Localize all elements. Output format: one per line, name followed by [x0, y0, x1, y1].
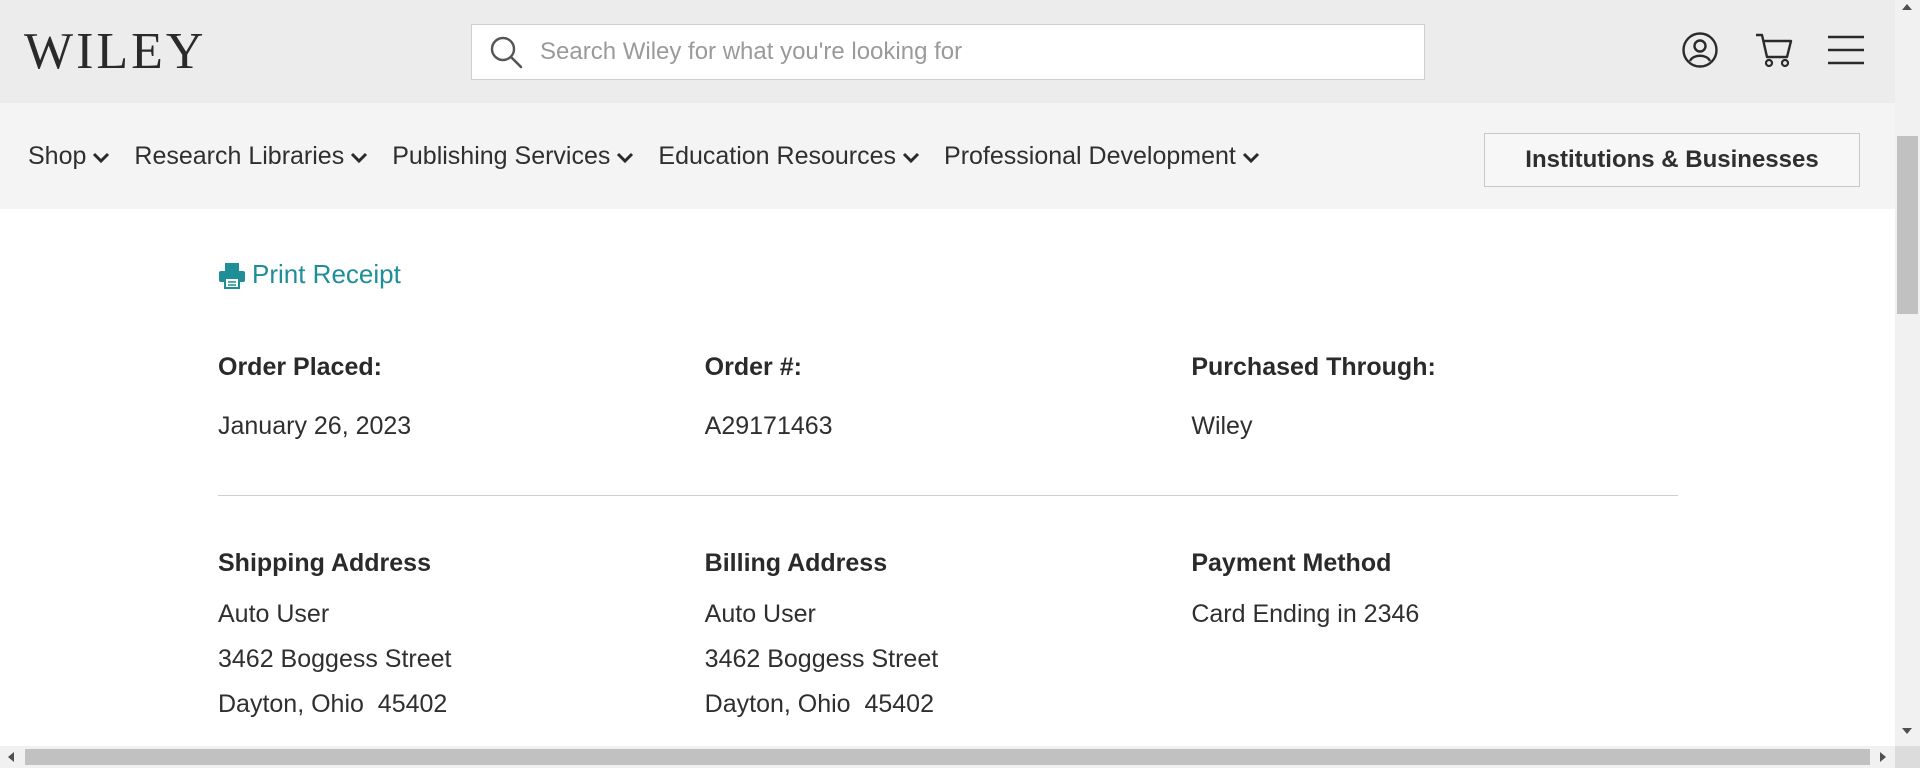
billing-name: Auto User [704, 600, 816, 628]
search-input[interactable] [540, 38, 1400, 66]
order-receipt: Print Receipt Order Placed: January 26, … [0, 209, 1895, 746]
nav-item-label: Professional Development [944, 141, 1236, 170]
nav-item-publishing-services[interactable]: Publishing Services [392, 142, 634, 171]
scroll-right-arrow-icon[interactable] [1878, 751, 1888, 763]
vertical-scroll-thumb[interactable] [1897, 136, 1918, 314]
chevron-down-icon [93, 152, 110, 164]
chevron-down-icon [617, 152, 634, 164]
scrollbar-corner [1895, 746, 1920, 768]
shipping-address-label: Shipping Address [218, 549, 431, 577]
scroll-up-arrow-icon[interactable] [1901, 2, 1913, 12]
shipping-name: Auto User [218, 600, 330, 628]
cart-icon[interactable] [1754, 30, 1794, 70]
print-receipt-link[interactable]: Print Receipt [218, 259, 401, 290]
printer-icon [219, 262, 245, 289]
order-number-value: A29171463 [704, 412, 833, 440]
billing-address-label: Billing Address [704, 549, 888, 577]
scroll-down-arrow-icon[interactable] [1901, 726, 1913, 736]
shipping-city: Dayton, Ohio 45402 [218, 690, 448, 718]
order-number: Order #: A29171463 [705, 353, 1192, 441]
order-placed-label: Order Placed: [218, 353, 382, 381]
nav-item-label: Research Libraries [134, 141, 345, 170]
section-divider [218, 495, 1678, 496]
purchased-through: Purchased Through: Wiley [1191, 353, 1678, 441]
address-row: Shipping Address Auto User 3462 Boggess … [218, 549, 1678, 727]
chevron-down-icon [351, 152, 368, 164]
scroll-left-arrow-icon[interactable] [6, 751, 16, 763]
print-receipt-label: Print Receipt [252, 259, 401, 289]
chevron-down-icon [1242, 152, 1259, 164]
horizontal-scroll-thumb[interactable] [25, 749, 1870, 765]
purchased-through-label: Purchased Through: [1191, 353, 1436, 381]
nav-list: Shop Research Libraries Publishing Servi… [28, 103, 1260, 209]
wiley-logo[interactable]: WILEY [24, 26, 206, 78]
billing-address: Billing Address Auto User 3462 Boggess S… [705, 549, 1192, 727]
search-box[interactable] [471, 24, 1425, 80]
browser-viewport: WILEY Shop Research Libraries [0, 0, 1920, 768]
nav-item-education-resources[interactable]: Education Resources [658, 142, 920, 171]
account-icon[interactable] [1680, 30, 1720, 70]
order-placed-value: January 26, 2023 [218, 412, 412, 440]
payment-method-value: Card Ending in 2346 [1191, 600, 1420, 628]
search-icon[interactable] [472, 24, 540, 80]
payment-method: Payment Method Card Ending in 2346 [1191, 549, 1678, 727]
nav-item-label: Shop [28, 141, 87, 170]
shipping-address: Shipping Address Auto User 3462 Boggess … [218, 549, 705, 727]
order-placed: Order Placed: January 26, 2023 [218, 353, 705, 441]
institutions-businesses-button[interactable]: Institutions & Businesses [1484, 133, 1860, 187]
nav-item-professional-development[interactable]: Professional Development [944, 142, 1260, 171]
billing-city: Dayton, Ohio 45402 [704, 690, 934, 718]
nav-item-label: Publishing Services [392, 141, 611, 170]
menu-icon[interactable] [1826, 30, 1866, 70]
shipping-street: 3462 Boggess Street [218, 645, 452, 673]
order-number-label: Order #: [704, 353, 802, 381]
vertical-scrollbar[interactable] [1895, 0, 1920, 746]
chevron-down-icon [902, 152, 920, 164]
payment-method-label: Payment Method [1191, 549, 1392, 577]
site-header: WILEY [0, 0, 1895, 103]
nav-item-shop[interactable]: Shop [28, 142, 110, 171]
main-nav: Shop Research Libraries Publishing Servi… [0, 103, 1895, 209]
nav-item-research-libraries[interactable]: Research Libraries [134, 142, 368, 171]
purchased-through-value: Wiley [1191, 412, 1253, 440]
billing-street: 3462 Boggess Street [704, 645, 939, 673]
order-info-row: Order Placed: January 26, 2023 Order #: … [218, 353, 1678, 441]
nav-item-label: Education Resources [658, 141, 897, 170]
